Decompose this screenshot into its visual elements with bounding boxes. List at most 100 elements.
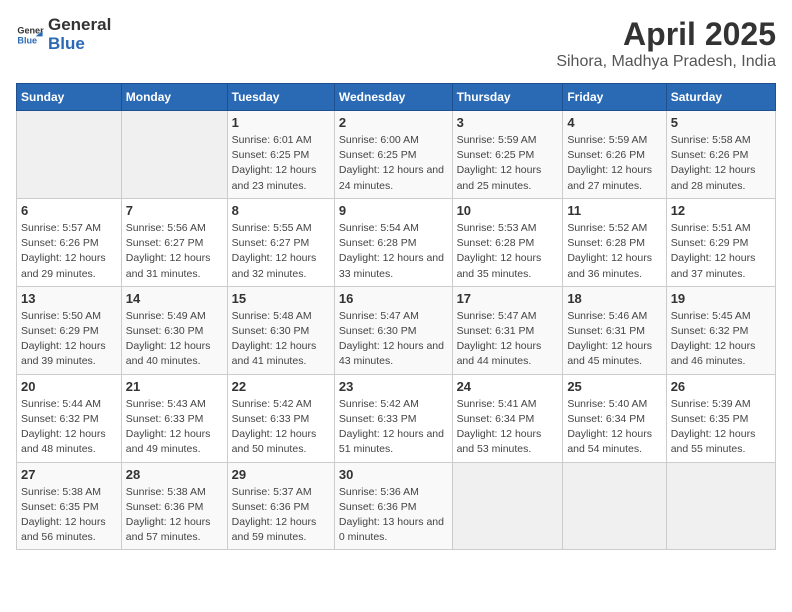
cell-date: 23 (339, 379, 448, 394)
calendar-cell: 3 Sunrise: 5:59 AM Sunset: 6:25 PM Daylig… (452, 111, 563, 199)
cell-date: 28 (126, 467, 223, 482)
calendar-cell: 4 Sunrise: 5:59 AM Sunset: 6:26 PM Daylig… (563, 111, 666, 199)
cell-info: Sunrise: 5:57 AM Sunset: 6:26 PM Dayligh… (21, 221, 117, 282)
cell-info: Sunrise: 6:00 AM Sunset: 6:25 PM Dayligh… (339, 133, 448, 194)
calendar-cell (452, 462, 563, 550)
weekday-header: Friday (563, 84, 666, 111)
cell-date: 10 (457, 203, 559, 218)
calendar-cell: 5 Sunrise: 5:58 AM Sunset: 6:26 PM Daylig… (666, 111, 775, 199)
cell-date: 3 (457, 115, 559, 130)
calendar-cell: 25 Sunrise: 5:40 AM Sunset: 6:34 PM Dayli… (563, 374, 666, 462)
cell-date: 26 (671, 379, 771, 394)
calendar-cell: 11Sunrise: 5:52 AM Sunset: 6:28 PM Dayli… (563, 198, 666, 286)
cell-date: 22 (232, 379, 330, 394)
calendar-week-row: 13 Sunrise: 5:50 AM Sunset: 6:29 PM Dayli… (17, 286, 776, 374)
calendar-cell: 27 Sunrise: 5:38 AM Sunset: 6:35 PM Dayli… (17, 462, 122, 550)
calendar-cell: 17 Sunrise: 5:47 AM Sunset: 6:31 PM Dayli… (452, 286, 563, 374)
calendar-cell: 30 Sunrise: 5:36 AM Sunset: 6:36 PM Dayli… (334, 462, 452, 550)
header: General Blue General Blue April 2025 Sih… (16, 16, 776, 71)
calendar-week-row: 20 Sunrise: 5:44 AM Sunset: 6:32 PM Dayli… (17, 374, 776, 462)
calendar-cell: 10 Sunrise: 5:53 AM Sunset: 6:28 PM Dayli… (452, 198, 563, 286)
svg-text:Blue: Blue (17, 35, 37, 45)
calendar-cell: 21 Sunrise: 5:43 AM Sunset: 6:33 PM Dayli… (121, 374, 227, 462)
calendar-cell: 12Sunrise: 5:51 AM Sunset: 6:29 PM Dayli… (666, 198, 775, 286)
calendar-body: 1 Sunrise: 6:01 AM Sunset: 6:25 PM Daylig… (17, 111, 776, 550)
calendar-cell: 28 Sunrise: 5:38 AM Sunset: 6:36 PM Dayli… (121, 462, 227, 550)
calendar-table: SundayMondayTuesdayWednesdayThursdayFrid… (16, 83, 776, 550)
cell-info: Sunrise: 5:54 AM Sunset: 6:28 PM Dayligh… (339, 221, 448, 282)
weekday-header: Tuesday (227, 84, 334, 111)
calendar-cell (17, 111, 122, 199)
cell-info: Sunrise: 5:47 AM Sunset: 6:31 PM Dayligh… (457, 309, 559, 370)
cell-info: Sunrise: 5:59 AM Sunset: 6:26 PM Dayligh… (567, 133, 661, 194)
calendar-cell: 20 Sunrise: 5:44 AM Sunset: 6:32 PM Dayli… (17, 374, 122, 462)
weekday-header: Thursday (452, 84, 563, 111)
cell-date: 25 (567, 379, 661, 394)
cell-date: 1 (232, 115, 330, 130)
cell-info: Sunrise: 5:44 AM Sunset: 6:32 PM Dayligh… (21, 397, 117, 458)
calendar-cell: 22Sunrise: 5:42 AM Sunset: 6:33 PM Dayli… (227, 374, 334, 462)
title-area: April 2025 Sihora, Madhya Pradesh, India (556, 16, 776, 71)
cell-date: 8 (232, 203, 330, 218)
cell-info: Sunrise: 5:51 AM Sunset: 6:29 PM Dayligh… (671, 221, 771, 282)
cell-info: Sunrise: 5:43 AM Sunset: 6:33 PM Dayligh… (126, 397, 223, 458)
weekday-header: Wednesday (334, 84, 452, 111)
cell-info: Sunrise: 5:37 AM Sunset: 6:36 PM Dayligh… (232, 485, 330, 546)
calendar-cell: 13 Sunrise: 5:50 AM Sunset: 6:29 PM Dayli… (17, 286, 122, 374)
calendar-cell: 18 Sunrise: 5:46 AM Sunset: 6:31 PM Dayli… (563, 286, 666, 374)
cell-date: 29 (232, 467, 330, 482)
cell-info: Sunrise: 5:48 AM Sunset: 6:30 PM Dayligh… (232, 309, 330, 370)
calendar-cell: 24 Sunrise: 5:41 AM Sunset: 6:34 PM Dayli… (452, 374, 563, 462)
weekday-header-row: SundayMondayTuesdayWednesdayThursdayFrid… (17, 84, 776, 111)
cell-info: Sunrise: 5:50 AM Sunset: 6:29 PM Dayligh… (21, 309, 117, 370)
cell-info: Sunrise: 5:59 AM Sunset: 6:25 PM Dayligh… (457, 133, 559, 194)
subtitle: Sihora, Madhya Pradesh, India (556, 53, 776, 71)
cell-info: Sunrise: 5:47 AM Sunset: 6:30 PM Dayligh… (339, 309, 448, 370)
calendar-week-row: 1 Sunrise: 6:01 AM Sunset: 6:25 PM Daylig… (17, 111, 776, 199)
logo-general-text: General (48, 16, 111, 35)
cell-info: Sunrise: 5:36 AM Sunset: 6:36 PM Dayligh… (339, 485, 448, 546)
cell-date: 16 (339, 291, 448, 306)
cell-info: Sunrise: 5:55 AM Sunset: 6:27 PM Dayligh… (232, 221, 330, 282)
cell-info: Sunrise: 5:49 AM Sunset: 6:30 PM Dayligh… (126, 309, 223, 370)
calendar-cell: 29 Sunrise: 5:37 AM Sunset: 6:36 PM Dayli… (227, 462, 334, 550)
cell-date: 6 (21, 203, 117, 218)
cell-date: 18 (567, 291, 661, 306)
cell-date: 4 (567, 115, 661, 130)
cell-info: Sunrise: 5:41 AM Sunset: 6:34 PM Dayligh… (457, 397, 559, 458)
logo-icon: General Blue (16, 21, 44, 49)
cell-info: Sunrise: 6:01 AM Sunset: 6:25 PM Dayligh… (232, 133, 330, 194)
cell-date: 27 (21, 467, 117, 482)
calendar-cell (563, 462, 666, 550)
weekday-header: Saturday (666, 84, 775, 111)
cell-date: 7 (126, 203, 223, 218)
cell-date: 17 (457, 291, 559, 306)
calendar-cell: 6 Sunrise: 5:57 AM Sunset: 6:26 PM Daylig… (17, 198, 122, 286)
cell-date: 24 (457, 379, 559, 394)
cell-info: Sunrise: 5:45 AM Sunset: 6:32 PM Dayligh… (671, 309, 771, 370)
cell-date: 5 (671, 115, 771, 130)
cell-info: Sunrise: 5:58 AM Sunset: 6:26 PM Dayligh… (671, 133, 771, 194)
cell-date: 9 (339, 203, 448, 218)
cell-info: Sunrise: 5:56 AM Sunset: 6:27 PM Dayligh… (126, 221, 223, 282)
calendar-cell: 26Sunrise: 5:39 AM Sunset: 6:35 PM Dayli… (666, 374, 775, 462)
calendar-cell (121, 111, 227, 199)
calendar-cell: 23Sunrise: 5:42 AM Sunset: 6:33 PM Dayli… (334, 374, 452, 462)
cell-info: Sunrise: 5:53 AM Sunset: 6:28 PM Dayligh… (457, 221, 559, 282)
calendar-week-row: 27 Sunrise: 5:38 AM Sunset: 6:35 PM Dayli… (17, 462, 776, 550)
cell-date: 20 (21, 379, 117, 394)
cell-info: Sunrise: 5:38 AM Sunset: 6:35 PM Dayligh… (21, 485, 117, 546)
cell-date: 13 (21, 291, 117, 306)
cell-info: Sunrise: 5:46 AM Sunset: 6:31 PM Dayligh… (567, 309, 661, 370)
calendar-cell: 16 Sunrise: 5:47 AM Sunset: 6:30 PM Dayli… (334, 286, 452, 374)
main-title: April 2025 (556, 16, 776, 53)
calendar-cell: 7 Sunrise: 5:56 AM Sunset: 6:27 PM Daylig… (121, 198, 227, 286)
cell-date: 30 (339, 467, 448, 482)
calendar-cell: 15Sunrise: 5:48 AM Sunset: 6:30 PM Dayli… (227, 286, 334, 374)
weekday-header: Sunday (17, 84, 122, 111)
cell-date: 2 (339, 115, 448, 130)
cell-info: Sunrise: 5:38 AM Sunset: 6:36 PM Dayligh… (126, 485, 223, 546)
cell-info: Sunrise: 5:52 AM Sunset: 6:28 PM Dayligh… (567, 221, 661, 282)
cell-info: Sunrise: 5:40 AM Sunset: 6:34 PM Dayligh… (567, 397, 661, 458)
cell-date: 21 (126, 379, 223, 394)
